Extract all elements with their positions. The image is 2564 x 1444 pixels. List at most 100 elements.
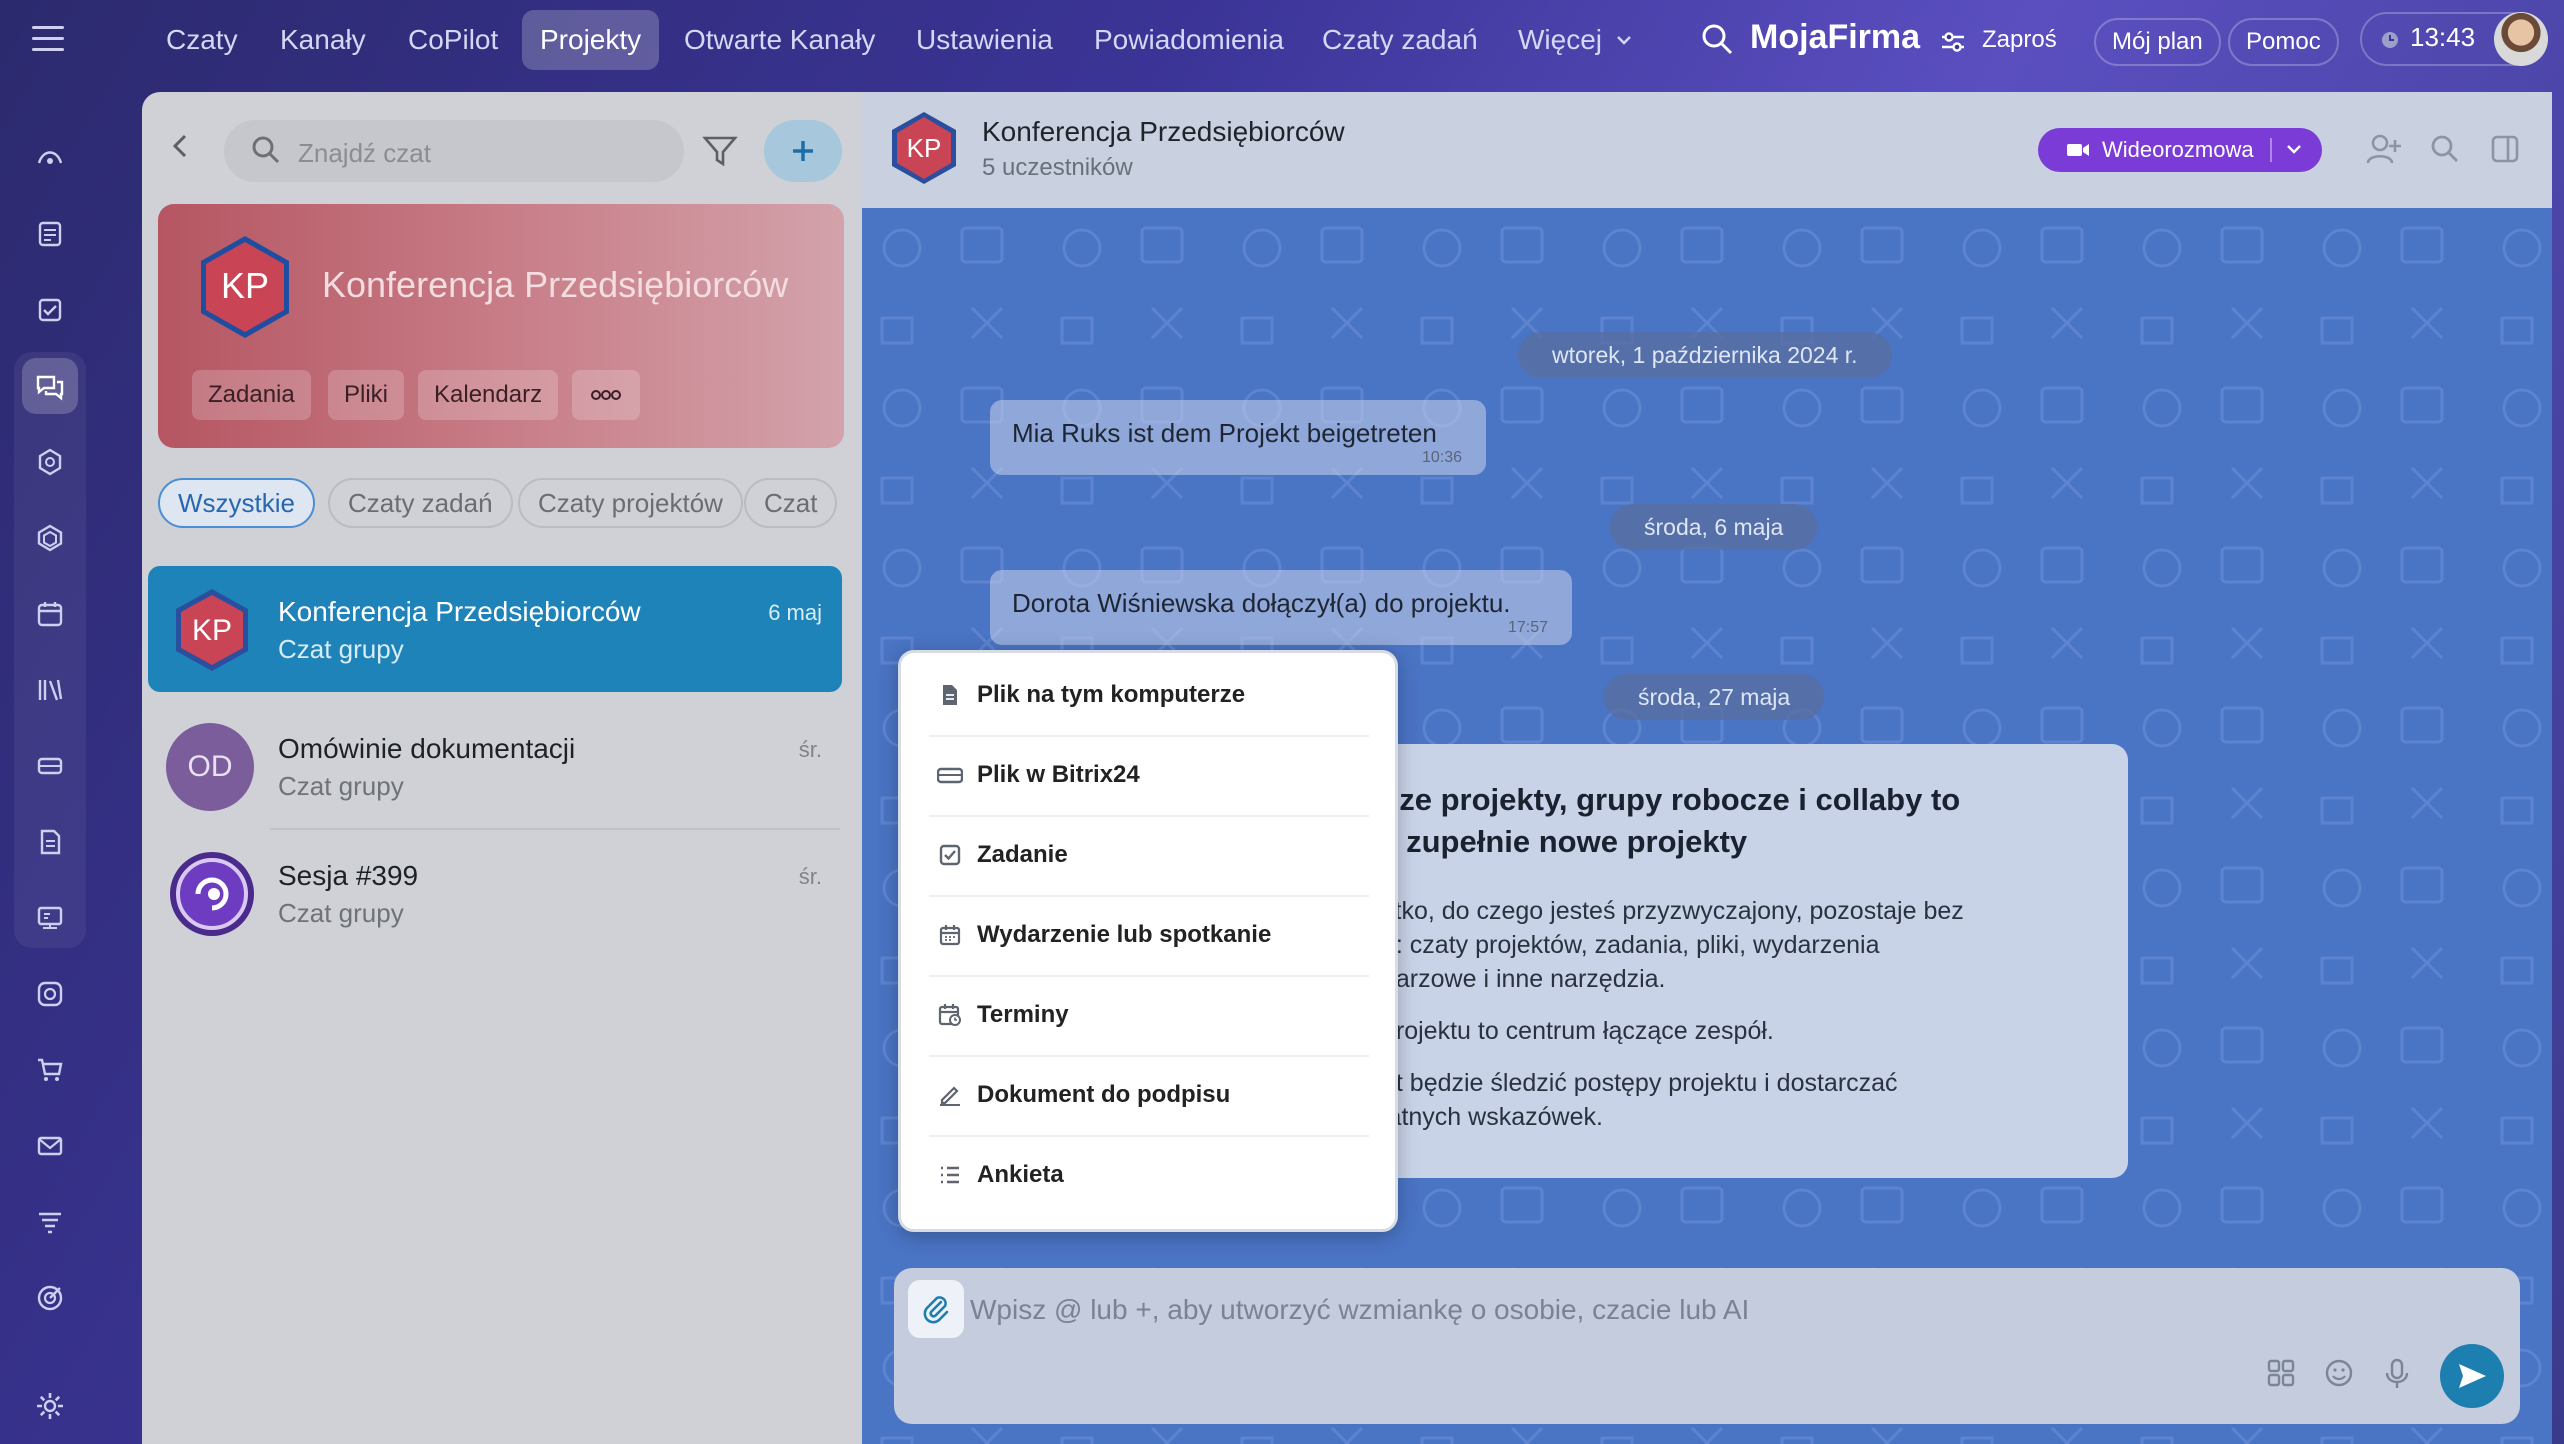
message-time: 10:36 [1421, 449, 1462, 466]
menu-item-label: Terminy [977, 1001, 1069, 1028]
tab-czat[interactable]: Czat [744, 478, 838, 528]
chat-list-item[interactable]: Sesja #399 Czat grupy śr. [148, 830, 842, 956]
help-button[interactable]: Pomoc [2228, 18, 2339, 66]
chevron-down-icon[interactable] [2284, 136, 2304, 164]
participants-count[interactable]: 5 uczestników [982, 154, 1133, 182]
filter-icon[interactable] [702, 134, 738, 168]
menu-item-task[interactable]: Zadanie [901, 815, 1395, 895]
nav-ustawienia[interactable]: Ustawienia [898, 10, 1071, 70]
search-icon [252, 136, 280, 164]
search-icon[interactable] [2430, 134, 2460, 164]
calendar-icon[interactable] [22, 586, 78, 642]
brand-name: MojaFirma [1750, 18, 1921, 56]
task-icon [939, 844, 961, 866]
date-separator: środa, 6 maja [1610, 504, 1818, 550]
search-icon[interactable] [1700, 22, 1734, 56]
chat-subtitle: Czat grupy [278, 898, 404, 928]
documents-icon[interactable] [22, 814, 78, 870]
announcement-p3-line2: latnych wskazówek. [1382, 1103, 1603, 1131]
chat-avatar: OD [166, 723, 254, 811]
attach-button[interactable] [908, 1280, 964, 1338]
menu-icon[interactable] [32, 26, 64, 52]
back-arrow-icon[interactable] [168, 132, 192, 160]
nav-czaty[interactable]: Czaty [148, 10, 256, 70]
chat-name: Konferencja Przedsiębiorców [278, 596, 641, 627]
microphone-icon[interactable] [2382, 1358, 2412, 1390]
nav-powiadomienia[interactable]: Powiadomienia [1076, 10, 1302, 70]
nav-projekty[interactable]: Projekty [522, 10, 660, 70]
user-avatar[interactable] [2494, 12, 2548, 66]
chat-search-input[interactable] [224, 120, 684, 182]
crm-icon[interactable] [22, 966, 78, 1022]
chat-header-title[interactable]: Konferencja Przedsiębiorców [982, 116, 1345, 148]
funnel-icon[interactable] [22, 1194, 78, 1250]
nav-wiecej-label: Więcej [1518, 24, 1603, 55]
poll-icon [941, 1166, 959, 1184]
tab-czaty-zadan[interactable]: Czaty zadań [328, 478, 513, 528]
add-user-icon[interactable] [2366, 132, 2402, 166]
nav-copilot[interactable]: CoPilot [390, 10, 516, 70]
drive-icon[interactable] [22, 738, 78, 794]
my-plan-button[interactable]: Mój plan [2094, 18, 2221, 66]
more-button[interactable] [572, 370, 640, 420]
paperclip-icon [923, 1296, 949, 1324]
announcement-p1-line1: stko, do czego jesteś przyzwyczajony, po… [1382, 897, 1964, 925]
feed-icon[interactable] [22, 206, 78, 262]
chat-avatar: KP [168, 586, 256, 674]
copilot-icon[interactable] [22, 434, 78, 490]
menu-item-poll[interactable]: Ankieta [901, 1135, 1395, 1215]
menu-item-schedule[interactable]: Terminy [901, 975, 1395, 1055]
emoji-icon[interactable] [2324, 1358, 2354, 1388]
activity-icon[interactable] [22, 130, 78, 186]
chat-list-item[interactable]: KP Konferencja Przedsiębiorców Czat grup… [148, 566, 842, 692]
announcement-p1-line2: n: czaty projektów, zadania, pliki, wyda… [1382, 931, 1880, 959]
tab-wszystkie[interactable]: Wszystkie [158, 478, 315, 528]
nav-wiecej[interactable]: Więcej [1500, 10, 1648, 70]
chat-name: Omówinie dokumentacji [278, 733, 576, 764]
system-message-text: Mia Ruks ist dem Projekt beigetreten [1012, 418, 1437, 448]
new-chat-button[interactable] [764, 120, 842, 182]
more-dots-icon [591, 390, 621, 400]
project-avatar: KP [190, 232, 300, 342]
target-icon[interactable] [22, 1270, 78, 1326]
send-button[interactable] [2440, 1344, 2504, 1408]
chip-zadania[interactable]: Zadania [192, 370, 311, 420]
file-icon [943, 685, 957, 705]
menu-item-file-bitrix[interactable]: Plik w Bitrix24 [901, 735, 1395, 815]
menu-item-file-computer[interactable]: Plik na tym komputerze [901, 655, 1395, 735]
message-time: 17:57 [1507, 619, 1548, 636]
sidebar-toggle-icon[interactable] [2490, 134, 2520, 164]
nav-czaty-zadan[interactable]: Czaty zadań [1304, 10, 1496, 70]
tasks-icon[interactable] [22, 282, 78, 338]
calendar-icon [939, 925, 961, 946]
chat-header-avatar[interactable]: KP [886, 110, 962, 186]
message-input[interactable] [894, 1268, 2520, 1424]
chat-date: 6 maj [768, 600, 822, 625]
chat-name: Sesja #399 [278, 860, 419, 891]
schedule-icon [938, 1004, 961, 1026]
messenger-icon[interactable] [22, 358, 78, 414]
cart-icon[interactable] [22, 1042, 78, 1098]
menu-item-sign-document[interactable]: Dokument do podpisu [901, 1055, 1395, 1135]
knowledge-icon[interactable] [22, 662, 78, 718]
chip-kalendarz[interactable]: Kalendarz [418, 370, 559, 420]
chat-header-initials: KP [907, 133, 942, 163]
boards-icon[interactable] [22, 890, 78, 946]
sliders-icon[interactable] [1940, 30, 1966, 54]
menu-item-event[interactable]: Wydarzenie lub spotkanie [901, 895, 1395, 975]
apps-grid-icon[interactable] [2266, 1358, 2296, 1388]
collab-icon[interactable] [22, 510, 78, 566]
mail-icon[interactable] [22, 1118, 78, 1174]
plus-icon [793, 141, 813, 161]
drive-icon [937, 767, 963, 784]
chip-pliki[interactable]: Pliki [328, 370, 405, 420]
invite-button[interactable]: Zaproś [1974, 18, 2065, 66]
send-icon [2459, 1364, 2486, 1388]
chat-list-item[interactable]: OD Omówinie dokumentacji Czat grupy śr. [148, 703, 842, 829]
settings-gear-icon[interactable] [22, 1378, 78, 1434]
tab-czaty-projektow[interactable]: Czaty projektów [518, 478, 743, 528]
message-input-placeholder: Wpisz @ lub +, aby utworzyć wzmiankę o o… [970, 1294, 1750, 1325]
nav-kanaly[interactable]: Kanały [262, 10, 384, 70]
system-message-text: Dorota Wiśniewska dołączył(a) do projekt… [1012, 588, 1511, 618]
nav-otwarte-kanaly[interactable]: Otwarte Kanały [666, 10, 893, 70]
